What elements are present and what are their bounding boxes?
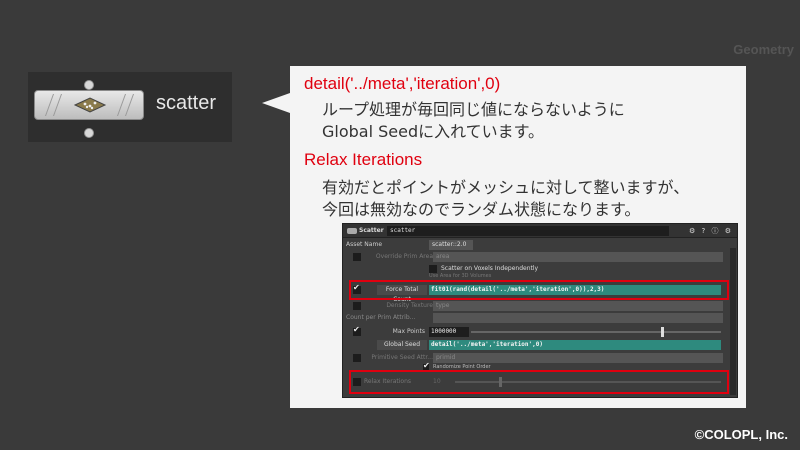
copyright-notice: ©COLOPL, Inc. [694, 427, 788, 442]
global-seed-label: Global Seed [377, 340, 427, 350]
callout-heading-detail: detail('../meta','iteration',0) [304, 74, 501, 93]
override-prim-area-field[interactable]: area [433, 252, 723, 262]
node-output-connector[interactable] [84, 128, 94, 138]
max-points-label: Max Points [392, 328, 425, 335]
highlight-force-total-count [349, 280, 729, 300]
scatter-node-icon [73, 97, 107, 113]
asset-name-row: Asset Name scatter::2.0 [343, 239, 737, 251]
scatter-node[interactable] [34, 90, 144, 120]
max-points-field[interactable]: 1000000 [429, 327, 469, 337]
asset-name-select[interactable]: scatter::2.0 [429, 240, 473, 250]
primitive-seed-checkbox[interactable] [353, 354, 361, 362]
context-label: Geometry [733, 42, 794, 57]
density-texture-row: Density Texture type [343, 300, 737, 312]
highlight-relax-iterations [349, 370, 729, 394]
density-texture-label: Density Texture [386, 302, 433, 309]
node-name-field[interactable]: scatter [387, 226, 669, 236]
count-per-prim-field[interactable] [433, 313, 723, 323]
use-area-label: Use Area for 3D Volumes [429, 273, 492, 279]
primitive-seed-row: Primitive Seed Attr... primid [343, 352, 737, 364]
global-seed-expr[interactable]: detail('../meta','iteration',0) [429, 340, 721, 350]
max-points-slider[interactable] [471, 327, 721, 337]
callout-box: detail('../meta','iteration',0) ループ処理が毎回… [290, 66, 746, 408]
count-per-prim-row: Count per Prim Attrib... [343, 312, 737, 324]
override-prim-area-checkbox[interactable] [353, 253, 361, 261]
primitive-seed-label: Primitive Seed Attr... [371, 354, 433, 361]
panel-titlebar: Scatter scatter ⚙ ? ⓘ ⚙ [343, 224, 737, 238]
density-texture-checkbox[interactable] [353, 302, 361, 310]
node-input-connector[interactable] [84, 80, 94, 90]
parameter-panel: Scatter scatter ⚙ ? ⓘ ⚙ Asset Name scatt… [342, 223, 738, 398]
scatter-voxels-label: Scatter on Voxels Independently [441, 265, 539, 272]
callout-text-2a: 有効だとポイントがメッシュに対して整いますが、 [322, 178, 690, 197]
override-prim-area-row: Override Prim Area area [343, 251, 737, 263]
callout-text-2b: 今回は無効なのでランダム状態になります。 [322, 200, 641, 219]
max-points-row: Max Points 1000000 [343, 325, 737, 338]
max-points-slider-handle[interactable] [661, 327, 664, 337]
density-texture-field[interactable]: type [433, 301, 723, 311]
override-prim-area-label: Override Prim Area [375, 253, 433, 260]
panel-scrollbar[interactable] [730, 248, 736, 395]
node-graph-area: scatter [28, 72, 232, 142]
asset-name-label: Asset Name [346, 241, 383, 248]
node-type-label: Scatter [359, 227, 384, 234]
callout-pointer [262, 93, 290, 113]
callout-text-1a: ループ処理が毎回同じ値にならないように [322, 100, 625, 119]
global-seed-row: Global Seed detail('../meta','iteration'… [343, 339, 737, 351]
max-points-checkbox[interactable] [353, 325, 361, 336]
scatter-type-icon [347, 228, 357, 234]
panel-tool-icons[interactable]: ⚙ ? ⓘ ⚙ [689, 226, 733, 236]
callout-heading-relax: Relax Iterations [304, 150, 423, 169]
callout-text-1b: Global Seedに入れています。 [322, 122, 545, 141]
count-per-prim-label: Count per Prim Attrib... [346, 314, 416, 321]
node-label: scatter [156, 92, 217, 114]
scatter-voxels-checkbox[interactable] [429, 265, 437, 273]
primitive-seed-field[interactable]: primid [433, 353, 723, 363]
